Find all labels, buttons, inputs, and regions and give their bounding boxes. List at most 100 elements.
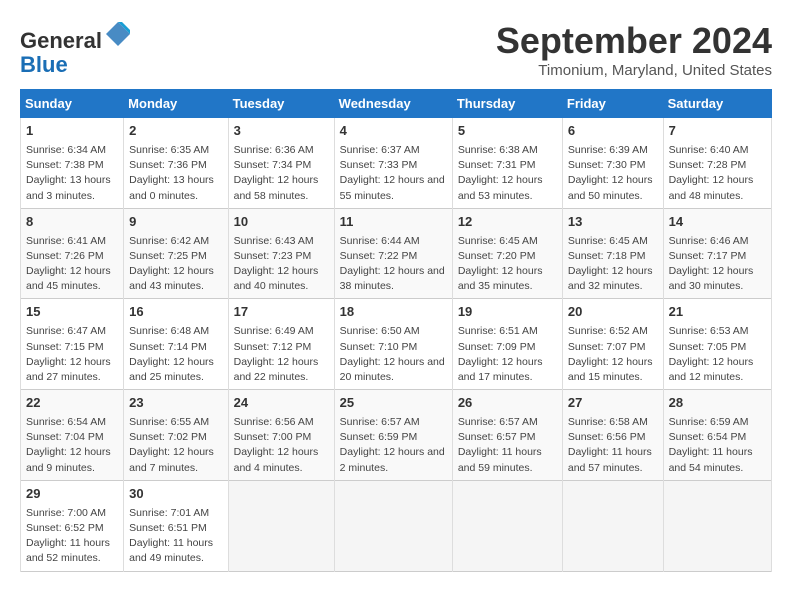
calendar-cell: 11 Sunrise: 6:44 AM Sunset: 7:22 PM Dayl… <box>334 208 452 299</box>
cell-content: Sunrise: 6:54 AM Sunset: 7:04 PM Dayligh… <box>26 415 118 476</box>
calendar-week-row: 22 Sunrise: 6:54 AM Sunset: 7:04 PM Dayl… <box>21 390 772 481</box>
day-number: 24 <box>234 394 329 413</box>
day-number: 4 <box>340 122 447 141</box>
cell-content: Sunrise: 6:34 AM Sunset: 7:38 PM Dayligh… <box>26 143 118 204</box>
calendar-cell: 12 Sunrise: 6:45 AM Sunset: 7:20 PM Dayl… <box>452 208 562 299</box>
day-number: 28 <box>669 394 766 413</box>
weekday-header: Sunday <box>21 90 124 118</box>
calendar-cell: 8 Sunrise: 6:41 AM Sunset: 7:26 PM Dayli… <box>21 208 124 299</box>
day-number: 7 <box>669 122 766 141</box>
day-number: 1 <box>26 122 118 141</box>
calendar-cell: 28 Sunrise: 6:59 AM Sunset: 6:54 PM Dayl… <box>663 390 771 481</box>
weekday-header: Friday <box>562 90 663 118</box>
calendar-cell: 30 Sunrise: 7:01 AM Sunset: 6:51 PM Dayl… <box>124 480 228 571</box>
day-number: 23 <box>129 394 222 413</box>
calendar-cell: 13 Sunrise: 6:45 AM Sunset: 7:18 PM Dayl… <box>562 208 663 299</box>
cell-content: Sunrise: 6:56 AM Sunset: 7:00 PM Dayligh… <box>234 415 329 476</box>
cell-content: Sunrise: 7:00 AM Sunset: 6:52 PM Dayligh… <box>26 506 118 567</box>
weekday-header: Thursday <box>452 90 562 118</box>
calendar-cell: 7 Sunrise: 6:40 AM Sunset: 7:28 PM Dayli… <box>663 118 771 209</box>
weekday-header: Tuesday <box>228 90 334 118</box>
calendar-cell: 29 Sunrise: 7:00 AM Sunset: 6:52 PM Dayl… <box>21 480 124 571</box>
cell-content: Sunrise: 6:38 AM Sunset: 7:31 PM Dayligh… <box>458 143 557 204</box>
weekday-header: Monday <box>124 90 228 118</box>
cell-content: Sunrise: 6:59 AM Sunset: 6:54 PM Dayligh… <box>669 415 766 476</box>
day-number: 16 <box>129 303 222 322</box>
calendar-table: SundayMondayTuesdayWednesdayThursdayFrid… <box>20 89 772 572</box>
day-number: 18 <box>340 303 447 322</box>
cell-content: Sunrise: 6:45 AM Sunset: 7:18 PM Dayligh… <box>568 234 658 295</box>
calendar-cell: 17 Sunrise: 6:49 AM Sunset: 7:12 PM Dayl… <box>228 299 334 390</box>
day-number: 13 <box>568 213 658 232</box>
calendar-week-row: 8 Sunrise: 6:41 AM Sunset: 7:26 PM Dayli… <box>21 208 772 299</box>
day-number: 27 <box>568 394 658 413</box>
calendar-cell: 21 Sunrise: 6:53 AM Sunset: 7:05 PM Dayl… <box>663 299 771 390</box>
day-number: 25 <box>340 394 447 413</box>
cell-content: Sunrise: 6:51 AM Sunset: 7:09 PM Dayligh… <box>458 324 557 385</box>
calendar-cell <box>452 480 562 571</box>
cell-content: Sunrise: 6:58 AM Sunset: 6:56 PM Dayligh… <box>568 415 658 476</box>
day-number: 17 <box>234 303 329 322</box>
calendar-cell <box>562 480 663 571</box>
logo-icon <box>104 20 132 48</box>
cell-content: Sunrise: 6:41 AM Sunset: 7:26 PM Dayligh… <box>26 234 118 295</box>
calendar-cell: 6 Sunrise: 6:39 AM Sunset: 7:30 PM Dayli… <box>562 118 663 209</box>
day-number: 20 <box>568 303 658 322</box>
weekday-header: Saturday <box>663 90 771 118</box>
cell-content: Sunrise: 6:44 AM Sunset: 7:22 PM Dayligh… <box>340 234 447 295</box>
calendar-cell: 22 Sunrise: 6:54 AM Sunset: 7:04 PM Dayl… <box>21 390 124 481</box>
cell-content: Sunrise: 6:52 AM Sunset: 7:07 PM Dayligh… <box>568 324 658 385</box>
cell-content: Sunrise: 6:50 AM Sunset: 7:10 PM Dayligh… <box>340 324 447 385</box>
calendar-cell: 4 Sunrise: 6:37 AM Sunset: 7:33 PM Dayli… <box>334 118 452 209</box>
cell-content: Sunrise: 6:40 AM Sunset: 7:28 PM Dayligh… <box>669 143 766 204</box>
calendar-cell <box>228 480 334 571</box>
day-number: 9 <box>129 213 222 232</box>
weekday-header: Wednesday <box>334 90 452 118</box>
cell-content: Sunrise: 6:43 AM Sunset: 7:23 PM Dayligh… <box>234 234 329 295</box>
calendar-cell: 10 Sunrise: 6:43 AM Sunset: 7:23 PM Dayl… <box>228 208 334 299</box>
day-number: 6 <box>568 122 658 141</box>
day-number: 22 <box>26 394 118 413</box>
calendar-cell: 18 Sunrise: 6:50 AM Sunset: 7:10 PM Dayl… <box>334 299 452 390</box>
month-title: September 2024 <box>496 20 772 62</box>
cell-content: Sunrise: 6:39 AM Sunset: 7:30 PM Dayligh… <box>568 143 658 204</box>
calendar-cell: 26 Sunrise: 6:57 AM Sunset: 6:57 PM Dayl… <box>452 390 562 481</box>
day-number: 26 <box>458 394 557 413</box>
cell-content: Sunrise: 6:37 AM Sunset: 7:33 PM Dayligh… <box>340 143 447 204</box>
cell-content: Sunrise: 6:42 AM Sunset: 7:25 PM Dayligh… <box>129 234 222 295</box>
day-number: 12 <box>458 213 557 232</box>
day-number: 29 <box>26 485 118 504</box>
calendar-cell: 1 Sunrise: 6:34 AM Sunset: 7:38 PM Dayli… <box>21 118 124 209</box>
page-header: General Blue September 2024 Timonium, Ma… <box>20 20 772 79</box>
title-block: September 2024 Timonium, Maryland, Unite… <box>496 20 772 79</box>
day-number: 30 <box>129 485 222 504</box>
location: Timonium, Maryland, United States <box>496 62 772 79</box>
calendar-cell: 25 Sunrise: 6:57 AM Sunset: 6:59 PM Dayl… <box>334 390 452 481</box>
day-number: 19 <box>458 303 557 322</box>
calendar-cell: 2 Sunrise: 6:35 AM Sunset: 7:36 PM Dayli… <box>124 118 228 209</box>
cell-content: Sunrise: 6:46 AM Sunset: 7:17 PM Dayligh… <box>669 234 766 295</box>
calendar-cell: 9 Sunrise: 6:42 AM Sunset: 7:25 PM Dayli… <box>124 208 228 299</box>
cell-content: Sunrise: 6:48 AM Sunset: 7:14 PM Dayligh… <box>129 324 222 385</box>
cell-content: Sunrise: 7:01 AM Sunset: 6:51 PM Dayligh… <box>129 506 222 567</box>
day-number: 14 <box>669 213 766 232</box>
cell-content: Sunrise: 6:55 AM Sunset: 7:02 PM Dayligh… <box>129 415 222 476</box>
calendar-cell: 19 Sunrise: 6:51 AM Sunset: 7:09 PM Dayl… <box>452 299 562 390</box>
calendar-cell: 3 Sunrise: 6:36 AM Sunset: 7:34 PM Dayli… <box>228 118 334 209</box>
calendar-week-row: 15 Sunrise: 6:47 AM Sunset: 7:15 PM Dayl… <box>21 299 772 390</box>
cell-content: Sunrise: 6:35 AM Sunset: 7:36 PM Dayligh… <box>129 143 222 204</box>
calendar-cell: 27 Sunrise: 6:58 AM Sunset: 6:56 PM Dayl… <box>562 390 663 481</box>
logo-general: General <box>20 28 102 53</box>
day-number: 11 <box>340 213 447 232</box>
day-number: 3 <box>234 122 329 141</box>
cell-content: Sunrise: 6:47 AM Sunset: 7:15 PM Dayligh… <box>26 324 118 385</box>
calendar-cell: 15 Sunrise: 6:47 AM Sunset: 7:15 PM Dayl… <box>21 299 124 390</box>
cell-content: Sunrise: 6:53 AM Sunset: 7:05 PM Dayligh… <box>669 324 766 385</box>
day-number: 8 <box>26 213 118 232</box>
calendar-cell: 23 Sunrise: 6:55 AM Sunset: 7:02 PM Dayl… <box>124 390 228 481</box>
cell-content: Sunrise: 6:57 AM Sunset: 6:59 PM Dayligh… <box>340 415 447 476</box>
day-number: 15 <box>26 303 118 322</box>
calendar-cell: 16 Sunrise: 6:48 AM Sunset: 7:14 PM Dayl… <box>124 299 228 390</box>
calendar-week-row: 1 Sunrise: 6:34 AM Sunset: 7:38 PM Dayli… <box>21 118 772 209</box>
calendar-cell: 14 Sunrise: 6:46 AM Sunset: 7:17 PM Dayl… <box>663 208 771 299</box>
